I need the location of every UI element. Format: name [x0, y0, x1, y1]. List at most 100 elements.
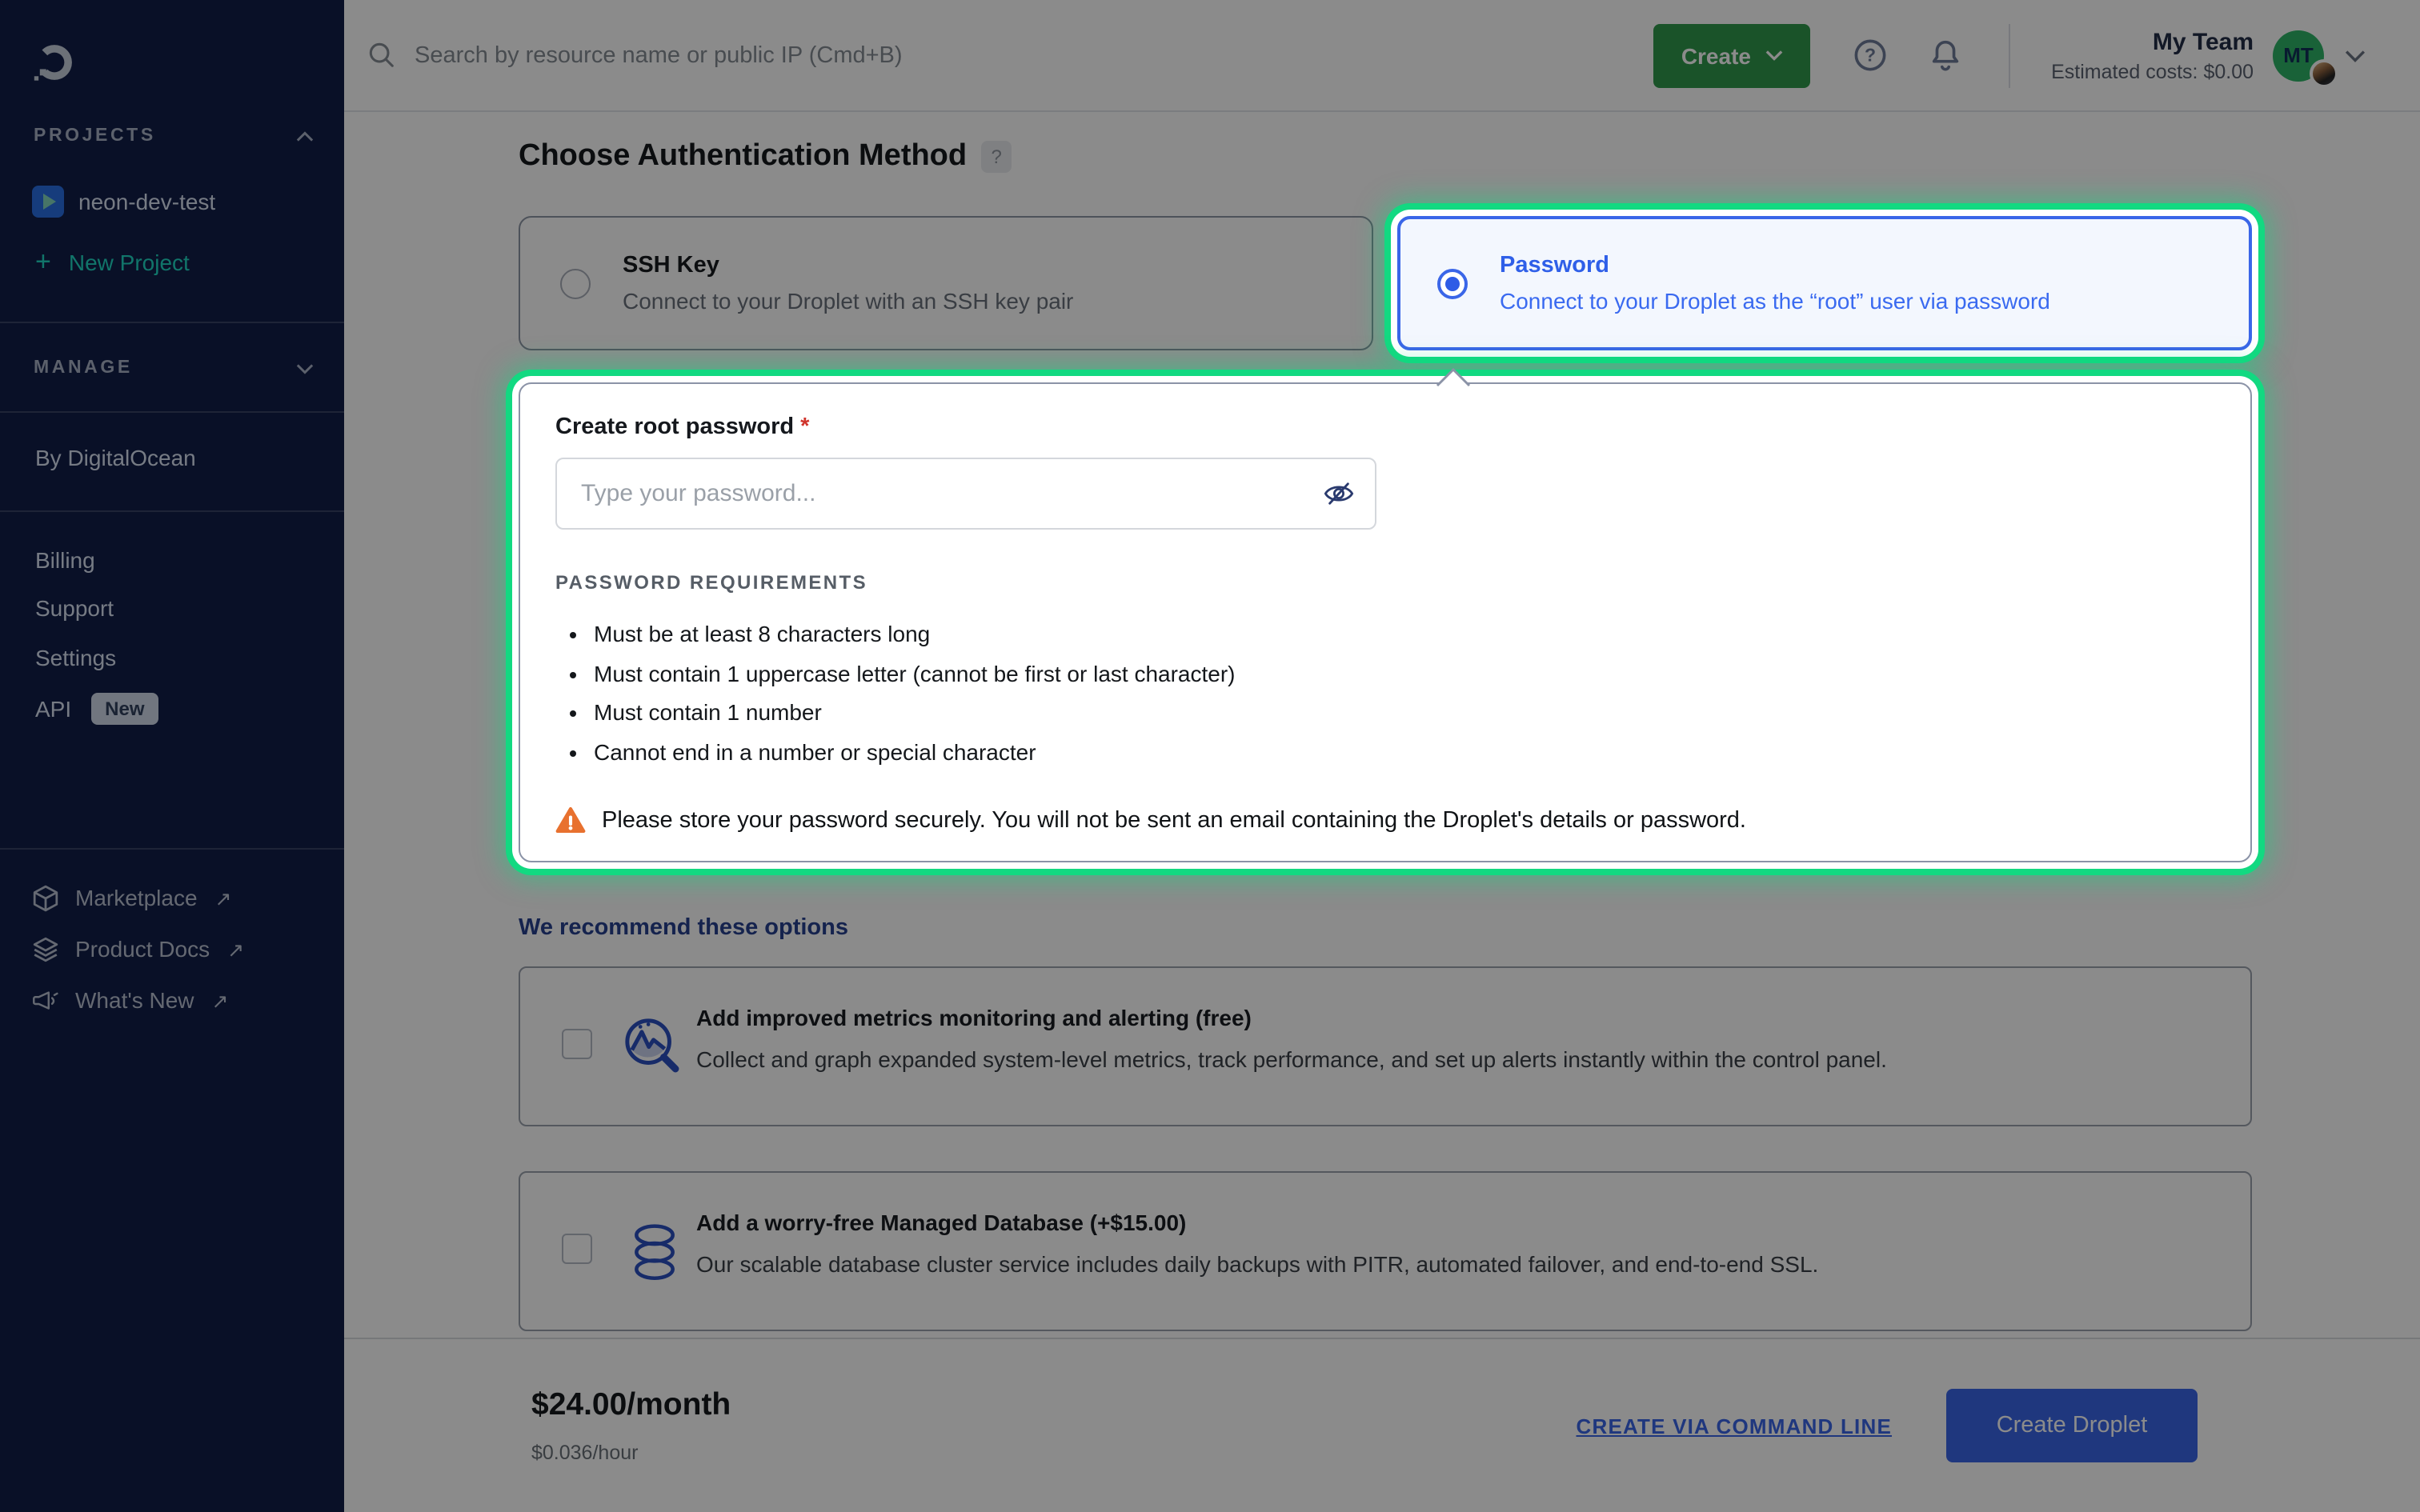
warning-icon: [555, 806, 586, 834]
chevron-up-icon: [296, 130, 314, 142]
create-droplet-form: Choose Authentication Method ? SSH Key C…: [344, 139, 2420, 1331]
radio-unselected[interactable]: [560, 268, 591, 298]
projects-header-label: PROJECTS: [34, 126, 156, 146]
password-label-row: Create root password *: [555, 414, 2212, 440]
sidebar-item-support[interactable]: Support: [35, 592, 344, 624]
top-bar: Create ? My Team Estimated costs: $0.00: [344, 0, 2420, 112]
help-button[interactable]: ?: [1852, 37, 1889, 74]
create-button-label: Create: [1681, 42, 1751, 68]
help-icon: ?: [1852, 37, 1889, 74]
managed-database-description: Our scalable database cluster service in…: [696, 1251, 2250, 1277]
avatar-initials: MT: [2283, 43, 2314, 67]
search-icon: [367, 40, 397, 70]
sidebar-item-by-digitalocean[interactable]: By DigitalOcean: [35, 442, 344, 474]
new-badge: New: [90, 693, 158, 725]
radio-selected[interactable]: [1437, 268, 1468, 298]
global-search[interactable]: [367, 40, 1654, 70]
managed-database-title: Add a worry-free Managed Database (+$15.…: [696, 1210, 2250, 1235]
estimated-costs: Estimated costs: $0.00: [2033, 60, 2254, 82]
sidebar: PROJECTS neon-dev-test + New Project MAN…: [0, 0, 344, 1512]
team-name: My Team: [2033, 28, 2254, 55]
manage-section-header[interactable]: MANAGE: [34, 357, 314, 379]
help-tooltip-badge[interactable]: ?: [981, 141, 1012, 173]
password-form-section: Create root password * PASSWORD REQUIREM…: [519, 382, 2252, 862]
digitalocean-logo-icon: [32, 40, 77, 85]
bell-icon: [1927, 37, 1964, 74]
product-docs-label: Product Docs: [75, 936, 210, 962]
monitoring-description: Collect and graph expanded system-level …: [696, 1046, 2250, 1072]
new-project-label: New Project: [69, 250, 190, 275]
sidebar-divider: [0, 848, 344, 850]
footer-actions: CREATE VIA COMMAND LINE Create Droplet: [1577, 1389, 2198, 1462]
price-block: $24.00/month $0.036/hour: [531, 1387, 731, 1464]
sidebar-item-settings[interactable]: Settings: [35, 642, 344, 674]
plus-icon: +: [35, 251, 51, 274]
section-caret: [1434, 366, 1472, 386]
password-input[interactable]: [555, 458, 1376, 530]
option-monitoring-card[interactable]: Add improved metrics monitoring and aler…: [519, 966, 2252, 1126]
requirement-item: Must be at least 8 characters long: [594, 614, 2212, 654]
settings-label: Settings: [35, 645, 116, 670]
project-icon: [32, 186, 64, 218]
create-button[interactable]: Create: [1654, 23, 1810, 87]
team-menu[interactable]: My Team Estimated costs: $0.00: [2033, 28, 2254, 82]
project-name-label: neon-dev-test: [78, 189, 215, 214]
toggle-password-visibility-button[interactable]: [1322, 477, 1356, 510]
sidebar-divider: [0, 322, 344, 323]
create-droplet-button[interactable]: Create Droplet: [1946, 1389, 2198, 1462]
eye-off-icon: [1322, 477, 1356, 510]
password-title: Password: [1500, 253, 2050, 278]
monitoring-checkbox[interactable]: [562, 1029, 592, 1059]
database-icon: [629, 1224, 680, 1282]
search-input[interactable]: [411, 41, 1100, 70]
sidebar-item-billing[interactable]: Billing: [35, 544, 344, 576]
password-input-wrap: [555, 458, 1376, 530]
external-link-icon: ↗: [227, 937, 244, 961]
projects-section-header[interactable]: PROJECTS: [34, 125, 314, 147]
by-digitalocean-label: By DigitalOcean: [35, 445, 196, 470]
sidebar-item-project-neon-dev-test[interactable]: neon-dev-test: [32, 186, 344, 218]
password-requirements-list: Must be at least 8 characters long Must …: [555, 614, 2212, 771]
external-link-icon: ↗: [215, 886, 232, 910]
sidebar-item-marketplace[interactable]: Marketplace ↗: [32, 882, 344, 914]
sidebar-item-api[interactable]: API New: [35, 693, 344, 725]
price-per-hour: $0.036/hour: [531, 1442, 731, 1464]
requirement-item: Cannot end in a number or special charac…: [594, 732, 2212, 771]
chevron-down-icon[interactable]: [2345, 49, 2366, 62]
marketplace-label: Marketplace: [75, 885, 198, 910]
digitalocean-control-panel: PROJECTS neon-dev-test + New Project MAN…: [0, 0, 2420, 1512]
new-project-button[interactable]: + New Project: [35, 246, 344, 278]
password-requirements-header: PASSWORD REQUIREMENTS: [555, 571, 2212, 594]
whats-new-label: What's New: [75, 987, 194, 1013]
svg-text:?: ?: [1865, 45, 1876, 66]
requirement-item: Must contain 1 uppercase letter (cannot …: [594, 654, 2212, 693]
option-managed-database-card[interactable]: Add a worry-free Managed Database (+$15.…: [519, 1171, 2252, 1331]
auth-option-password[interactable]: Password Connect to your Droplet as the …: [1397, 216, 2252, 350]
managed-database-checkbox[interactable]: [562, 1234, 592, 1264]
ssh-key-description: Connect to your Droplet with an SSH key …: [623, 288, 1073, 314]
auth-method-heading-row: Choose Authentication Method ?: [519, 139, 2252, 174]
auth-options: SSH Key Connect to your Droplet with an …: [519, 216, 2252, 350]
api-label: API: [35, 696, 71, 722]
team-avatar[interactable]: MT: [2273, 30, 2324, 81]
page-title: Choose Authentication Method: [519, 139, 967, 174]
sidebar-divider: [0, 510, 344, 512]
warning-text: Please store your password securely. You…: [602, 807, 1746, 833]
recommend-heading: We recommend these options: [519, 915, 2252, 941]
support-label: Support: [35, 595, 114, 621]
sidebar-item-product-docs[interactable]: Product Docs ↗: [32, 933, 344, 965]
content-area: Create ? My Team Estimated costs: $0.00: [344, 0, 2420, 1512]
chevron-down-icon: [1765, 50, 1783, 61]
price-footer: $24.00/month $0.036/hour CREATE VIA COMM…: [344, 1338, 2420, 1512]
password-warning: Please store your password securely. You…: [555, 806, 2212, 834]
notifications-button[interactable]: [1927, 37, 1964, 74]
sidebar-item-whats-new[interactable]: What's New ↗: [32, 984, 344, 1016]
password-field-label: Create root password: [555, 414, 794, 440]
auth-option-ssh-key[interactable]: SSH Key Connect to your Droplet with an …: [519, 216, 1373, 350]
password-description: Connect to your Droplet as the “root” us…: [1500, 288, 2050, 314]
manage-header-label: MANAGE: [34, 358, 133, 378]
layers-icon: [32, 935, 59, 962]
requirement-item: Must contain 1 number: [594, 693, 2212, 732]
ssh-key-title: SSH Key: [623, 253, 1073, 278]
create-via-command-line-link[interactable]: CREATE VIA COMMAND LINE: [1577, 1414, 1893, 1438]
